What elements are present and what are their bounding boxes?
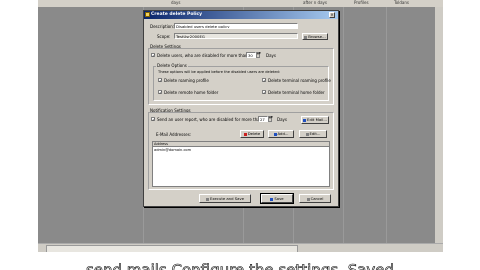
edit-icon	[305, 132, 309, 136]
edit-mail-label: Edit Mail...	[307, 117, 327, 122]
create-delete-policy-dialog: Create delete Policy × Description: Disa…	[143, 10, 339, 207]
description-label: Description:	[150, 24, 175, 29]
report-days-input[interactable]: 27	[258, 116, 268, 122]
save-icon	[270, 197, 274, 201]
report-days-unit: Days	[277, 117, 287, 122]
execute-and-save-button[interactable]: Execute and Save	[199, 194, 251, 203]
email-addresses-label: E-Mail Addresses:	[156, 132, 192, 137]
edit-label: Edit...	[309, 131, 321, 136]
bg-divider	[343, 7, 344, 243]
bg-column: after n days	[303, 0, 327, 5]
delete-remote-home-folder-checkbox[interactable]: ✓	[158, 90, 162, 95]
cancel-label: Cancel	[310, 196, 324, 201]
save-button[interactable]: Save	[260, 193, 294, 204]
delete-label: Delete	[247, 131, 261, 136]
policy-icon	[145, 12, 150, 17]
cancel-icon	[306, 197, 310, 201]
bg-column: Toldans	[394, 0, 409, 5]
video-caption: send mails Configure the settings, Saved	[0, 258, 480, 270]
email-address-list[interactable]: Address admin@domain.com	[152, 141, 330, 187]
delete-options-description: These options will be applied before the…	[158, 70, 281, 74]
bg-column: Profiles	[354, 0, 369, 5]
delete-users-label: Delete users, who are disabled for more …	[157, 53, 248, 58]
delete-days-input[interactable]: 30	[246, 52, 256, 58]
delete-icon	[243, 132, 247, 136]
description-field[interactable]: Disabled users delete policy	[174, 23, 298, 29]
delete-remote-home-folder-label: Delete remote home folder	[164, 90, 219, 95]
delete-terminal-home-folder-checkbox[interactable]: ✓	[262, 90, 266, 95]
browse-button[interactable]: Browse...	[302, 33, 328, 40]
vertical-scrollbar[interactable]	[435, 7, 443, 243]
add-label: Add...	[277, 131, 289, 136]
dialog-titlebar: Create delete Policy ×	[144, 11, 338, 19]
delete-address-button[interactable]: Delete	[240, 130, 264, 138]
add-icon	[273, 132, 277, 136]
delete-options-title: Delete Options	[156, 63, 188, 68]
run-icon	[205, 197, 209, 201]
horizontal-scrollbar[interactable]	[38, 243, 443, 252]
send-report-label: Send an user report, who are disabled fo…	[157, 117, 263, 122]
dialog-title: Create delete Policy	[151, 12, 203, 17]
delete-terminal-home-folder-label: Delete terminal home folder	[268, 90, 325, 95]
mail-icon	[303, 118, 307, 122]
caption-text: send mails Configure the settings, Saved	[85, 261, 395, 270]
close-button[interactable]: ×	[329, 12, 335, 18]
delete-terminal-roaming-profile-checkbox[interactable]: ✓	[262, 78, 266, 83]
scrollbar-thumb[interactable]	[46, 245, 298, 252]
execute-and-save-label: Execute and Save	[209, 196, 245, 201]
bg-divider	[386, 7, 387, 243]
browse-label: Browse...	[308, 34, 326, 39]
list-item[interactable]: admin@domain.com	[154, 148, 191, 152]
save-label: Save	[274, 196, 284, 201]
report-days-spinner[interactable]: ▲▼	[268, 116, 273, 122]
delete-roaming-profile-checkbox[interactable]: ✓	[158, 78, 162, 83]
edit-mail-button[interactable]: Edit Mail...	[301, 116, 329, 124]
delete-roaming-profile-label: Delete roaming profile	[164, 78, 209, 83]
scope-field[interactable]: TestUsr2000EG	[174, 33, 298, 39]
address-column-header[interactable]: Address	[153, 142, 329, 147]
bg-column: days	[171, 0, 181, 5]
delete-days-spinner[interactable]: ▲▼	[256, 52, 261, 58]
folder-icon	[304, 35, 308, 39]
edit-address-button[interactable]: Edit...	[299, 130, 327, 138]
scope-label: Scope:	[157, 34, 171, 39]
background-column-header: days after n days Profiles Toldans	[38, 0, 443, 7]
delete-days-unit: Days	[266, 53, 276, 58]
add-address-button[interactable]: Add...	[268, 130, 294, 138]
delete-terminal-roaming-profile-label: Delete terminal roaming profile	[268, 78, 331, 83]
send-report-checkbox[interactable]: ✓	[151, 117, 155, 122]
cancel-button[interactable]: Cancel	[299, 194, 331, 203]
delete-users-checkbox[interactable]: ✓	[151, 53, 155, 58]
close-icon: ×	[330, 12, 334, 17]
